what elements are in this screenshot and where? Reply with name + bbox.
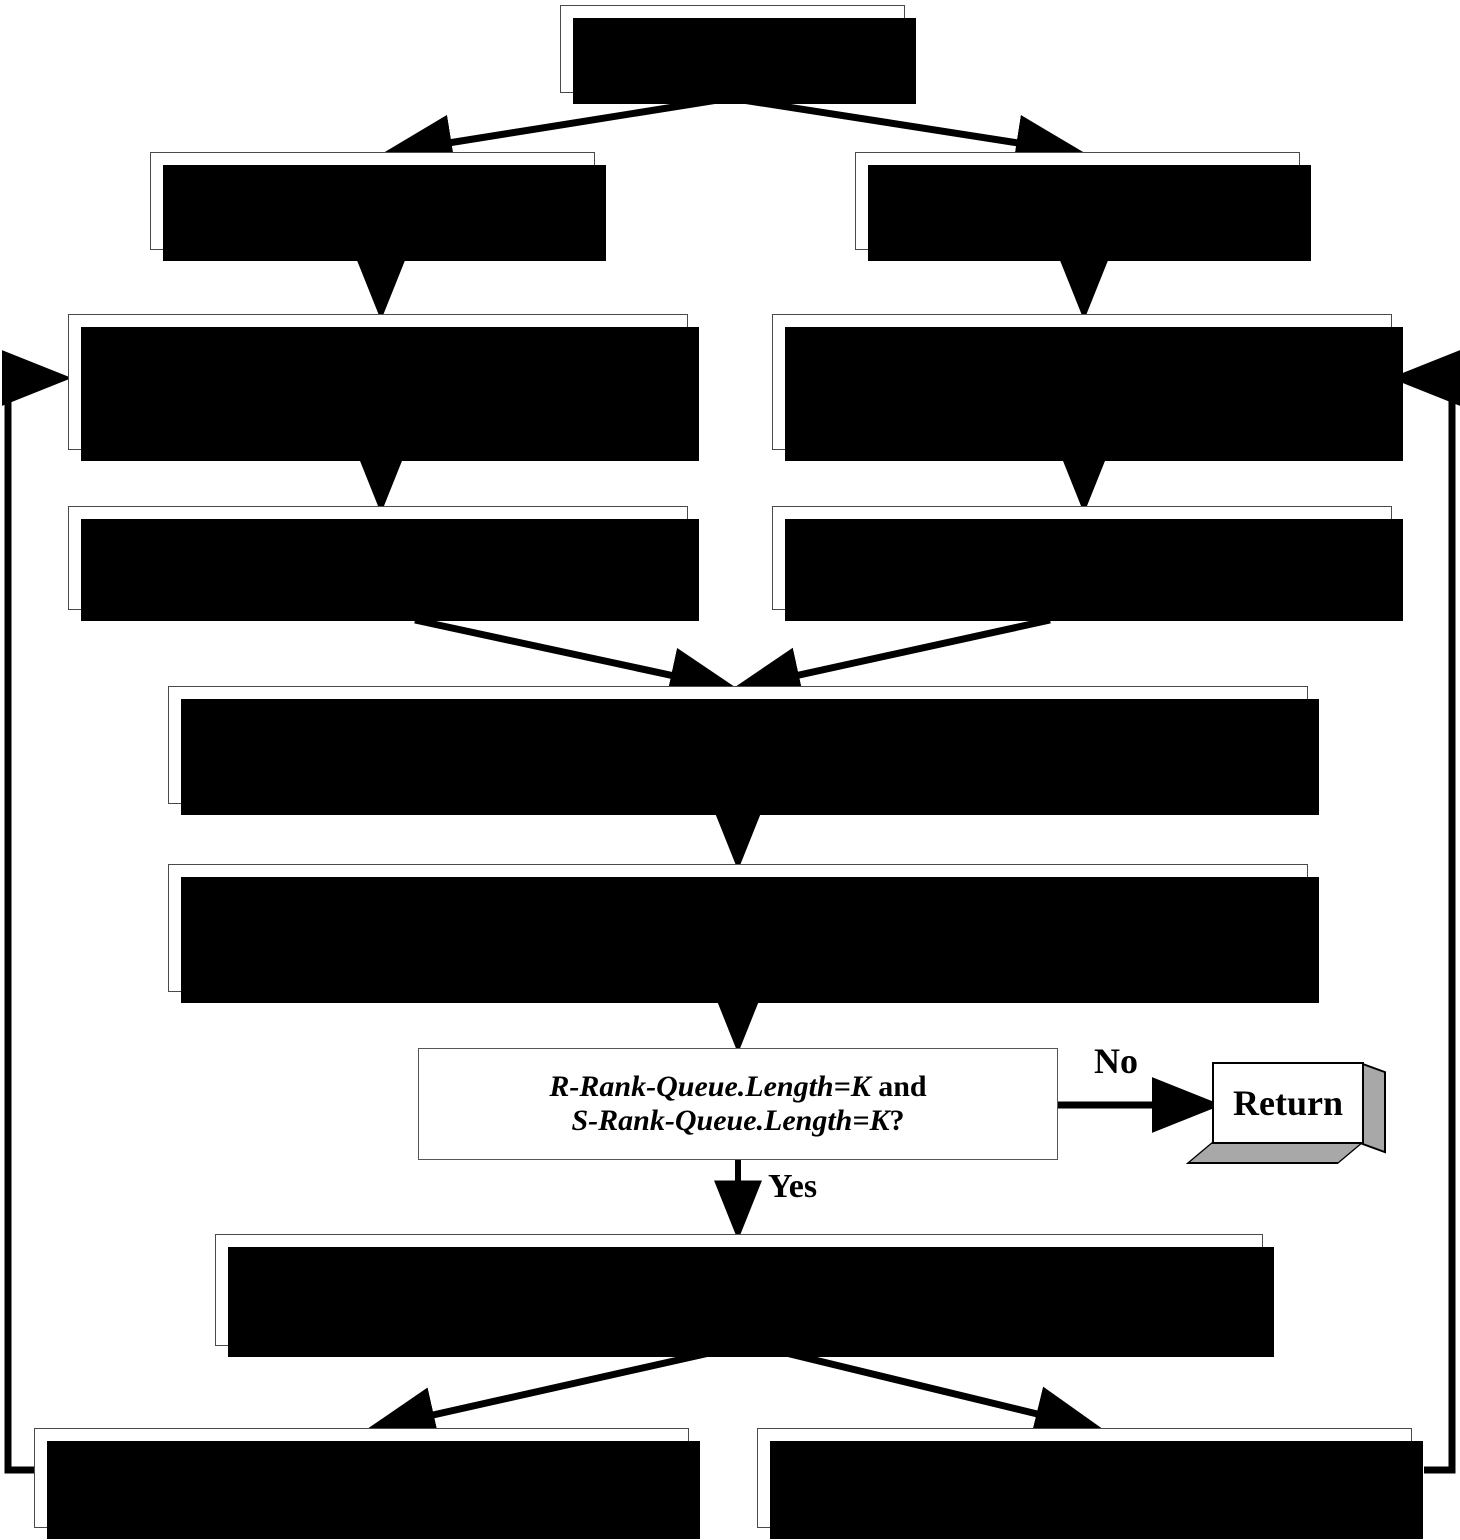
node-output-priority-rank-queue-line1: Output R-Rank-Queue and S-Rank-Queue to … <box>396 711 1080 745</box>
node-set-lower-bound-line1: Set the new lower bound T with the rank … <box>424 1256 1054 1290</box>
node-decision-line2: S-Rank-Queue.Length=K? <box>571 1104 905 1137</box>
node-sort-s-line1: Sort S on rank attribute <box>938 170 1217 201</box>
node-prune-r: Prune the first tuple and those below to… <box>34 1428 700 1539</box>
node-output-r-rank-queue-line2: rank value to R-Rank-Queue <box>207 558 549 589</box>
node-set-lower-bound-line2: the K-th tuple in Priority-Rank-Queue <box>499 1290 979 1323</box>
node-sort-priority-rank-queue-line1: Sort Priority-Rank-Queue on rank value i… <box>392 894 1084 928</box>
node-sort-s: Sort S on rank attribute in descending o… <box>855 152 1311 261</box>
edge-label-yes: Yes <box>768 1168 818 1205</box>
node-output-priority-rank-queue-line2: Rank-Queue <box>658 745 818 778</box>
node-output-r-rank-queue: Output the row number and rank value to … <box>68 506 699 621</box>
node-sort-priority-rank-queue: Sort Priority-Rank-Queue on rank value i… <box>168 864 1319 1003</box>
node-output-s-rank-queue-line2: rank value to S-Rank-Queue <box>912 558 1252 589</box>
node-prune-r-line2: below top-K join tuples in R <box>189 1478 534 1510</box>
node-prune-s-line2: below top-K join tuples in S <box>914 1478 1255 1510</box>
edge-label-no: No <box>1094 1041 1138 1081</box>
node-select-top-k-s: Select top-K join tuples from S by Top-K… <box>772 314 1403 461</box>
node-decision-queue-length: R-Rank-Queue.Length=K and S-Rank-Queue.L… <box>418 1048 1058 1160</box>
node-select-top-k-s-line2: Top-K-Join-Tuple (S, R, f, K, T) <box>904 382 1260 412</box>
node-prune-s-line1: Prune the first tuple and those <box>896 1445 1273 1478</box>
return-front-face: Return <box>1212 1062 1364 1144</box>
node-select-top-k-r-line2: Top-K-Join-Tuple (R, S, f, K, T) <box>200 382 556 412</box>
node-set-lower-bound: Set the new lower bound T with the rank … <box>215 1234 1274 1357</box>
node-select-top-k-r-line1: Select top-K join tuples from R by <box>183 351 573 382</box>
flowchart-canvas: Initialization Sort R on rank attribute … <box>0 0 1460 1540</box>
node-sort-r-line2: in descending order <box>258 201 487 231</box>
node-prune-s: Prune the first tuple and those below to… <box>757 1428 1423 1539</box>
node-output-s-rank-queue-line1: Output the row number and <box>912 526 1252 558</box>
node-select-top-k-r: Select top-K join tuples from R by Top-K… <box>68 314 699 461</box>
node-sort-priority-rank-queue-line2: order <box>702 928 774 961</box>
node-sort-r-line1: Sort R on rank attribute <box>232 170 513 201</box>
node-select-top-k-s-line1: Select top-K join tuples from S by <box>888 351 1276 382</box>
node-prune-r-line1: Prune the first tuple and those <box>173 1445 550 1478</box>
node-sort-s-line2: in descending order <box>963 201 1192 231</box>
node-initialization: Initialization <box>560 5 916 104</box>
node-initialization-label: Initialization <box>633 28 832 69</box>
node-sort-r: Sort R on rank attribute in descending o… <box>150 152 606 261</box>
node-output-priority-rank-queue: Output R-Rank-Queue and S-Rank-Queue to … <box>168 686 1319 815</box>
node-return-label: Return <box>1233 1083 1343 1123</box>
return-bottom-face <box>1185 1142 1364 1164</box>
node-output-s-rank-queue: Output the row number and rank value to … <box>772 506 1403 621</box>
node-decision-line1: R-Rank-Queue.Length=K and <box>549 1070 927 1104</box>
node-return: Return <box>1185 1062 1388 1172</box>
node-output-r-rank-queue-line1: Output the row number and <box>208 526 548 558</box>
